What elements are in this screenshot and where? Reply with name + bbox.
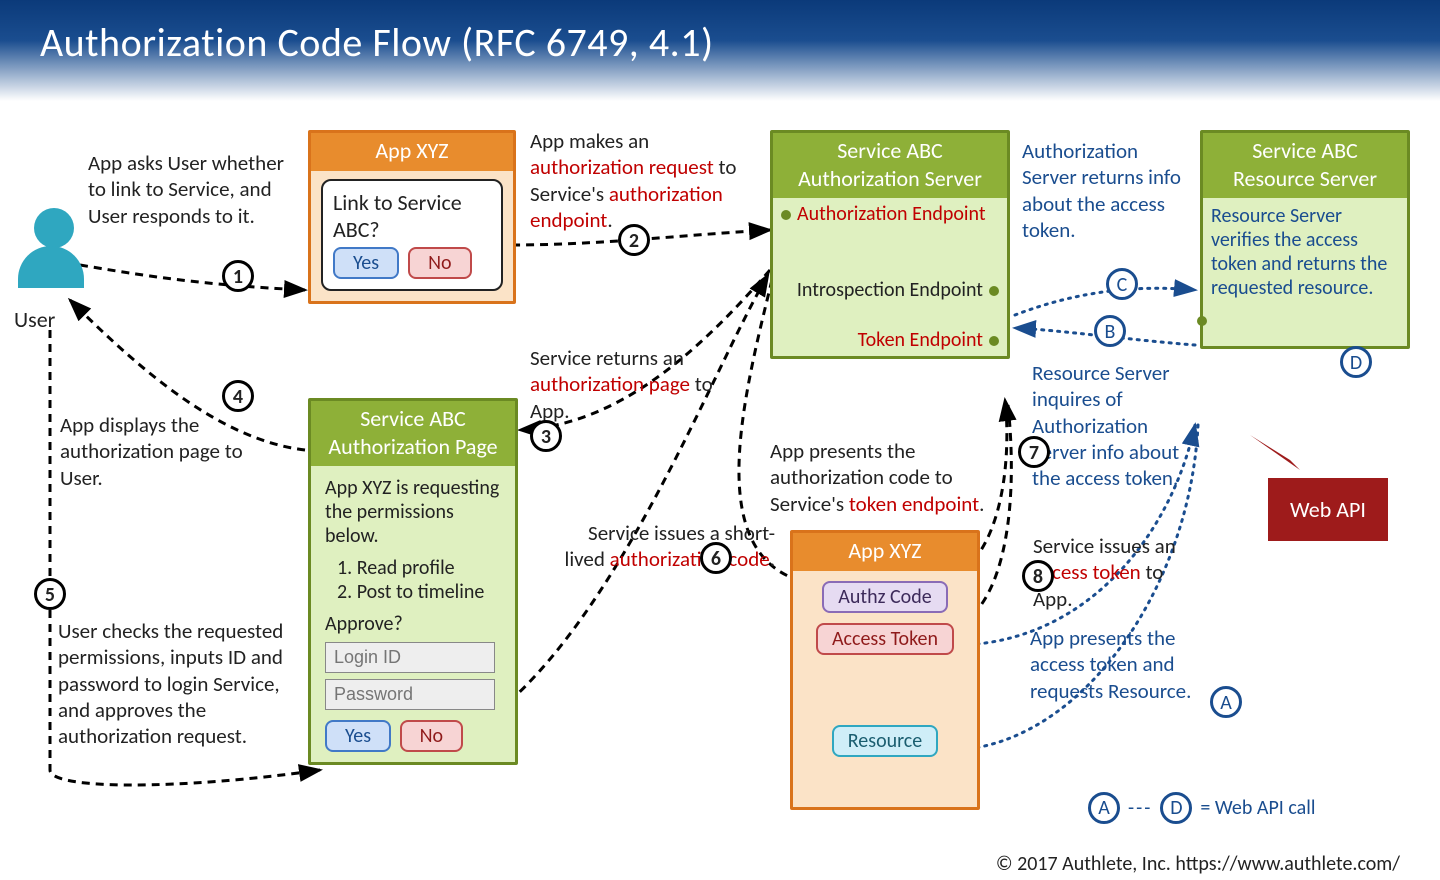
step-4-badge: 4 [222,380,254,412]
step6-text: Service issues a short-lived authorizati… [555,520,775,573]
step-2-badge: 2 [618,224,650,256]
perm-2: 2. Post to timeline [337,580,501,604]
app-xyz-box-2: App XYZ Authz Code Access Token Resource [790,530,980,810]
app-xyz-title-2: App XYZ [793,533,977,571]
token-endpoint: Token Endpoint [773,324,1007,356]
authz-server-box: Service ABCAuthorization Server Authoriz… [770,130,1010,359]
footer-credit: © 2017 Authlete, Inc. https://www.authle… [996,852,1400,876]
web-api-label: Web API [1268,478,1388,541]
link-no-button[interactable]: No [408,247,471,279]
perm-1: 1. Read profile [337,556,501,580]
step7-text: App presents the authorization code to S… [770,438,1010,517]
authz-endpoint: Authorization Endpoint [773,198,1007,230]
legend-text: = Web API call [1200,796,1315,820]
auth-page-intro: App XYZ is requesting the permissions be… [325,476,501,548]
auth-page-title: Service ABCAuthorization Page [311,401,515,466]
step-C-badge: C [1106,268,1138,300]
link-dialog: Link to Service ABC? Yes No [321,179,503,291]
user-icon [18,208,90,308]
legend: A --- D = Web API call [1088,792,1315,824]
step-8-badge: 8 [1022,560,1054,592]
approve-no-button[interactable]: No [400,720,463,752]
app-xyz-box-1: App XYZ Link to Service ABC? Yes No [308,130,516,304]
resource-server-box: Service ABCResource Server Resource Serv… [1200,130,1410,349]
step-6-badge: 6 [700,542,732,574]
user-label: User [14,306,55,333]
stepB-text: Resource Server inquires of Authorizatio… [1032,360,1202,491]
link-dialog-text: Link to Service ABC? [333,189,491,243]
step1-text: App asks User whether to link to Service… [88,150,298,229]
step-5-badge: 5 [34,578,66,610]
approve-yes-button[interactable]: Yes [325,720,391,752]
step-D-badge: D [1340,346,1372,378]
legend-D-badge: D [1160,792,1192,824]
diagram-canvas: User App asks User whether to link to Se… [0,90,1440,880]
resource-server-desc: Resource Server verifies the access toke… [1203,198,1407,306]
legend-A-badge: A [1088,792,1120,824]
step8-text: Service issues an access token to App. [1033,533,1203,612]
step5-text: User checks the requested permissions, i… [58,618,308,749]
step-1-badge: 1 [222,260,254,292]
approve-label: Approve? [325,612,501,636]
introspection-endpoint: Introspection Endpoint [773,274,1007,306]
authz-code-chip: Authz Code [822,581,947,613]
app-xyz-title-1: App XYZ [311,133,513,171]
login-id-field[interactable] [325,642,495,673]
step-3-badge: 3 [530,420,562,452]
password-field[interactable] [325,679,495,710]
step2-text: App makes an authorization request to Se… [530,128,760,233]
step-7-badge: 7 [1018,436,1050,468]
stepA-text: App presents the access token and reques… [1030,625,1210,704]
page-title: Authorization Code Flow (RFC 6749, 4.1) [0,0,1440,101]
step3-text: Service returns an authorization page to… [530,345,720,424]
stepC-text: Authorization Server returns info about … [1022,138,1197,243]
resource-server-title: Service ABCResource Server [1203,133,1407,198]
auth-page-box: Service ABCAuthorization Page App XYZ is… [308,398,518,765]
step-B-badge: B [1094,315,1126,347]
resource-chip: Resource [832,725,938,757]
step4-text: App displays the authorization page to U… [60,412,290,491]
access-token-chip: Access Token [816,623,954,655]
step-A-badge: A [1210,686,1242,718]
link-yes-button[interactable]: Yes [333,247,399,279]
authz-server-title: Service ABCAuthorization Server [773,133,1007,198]
